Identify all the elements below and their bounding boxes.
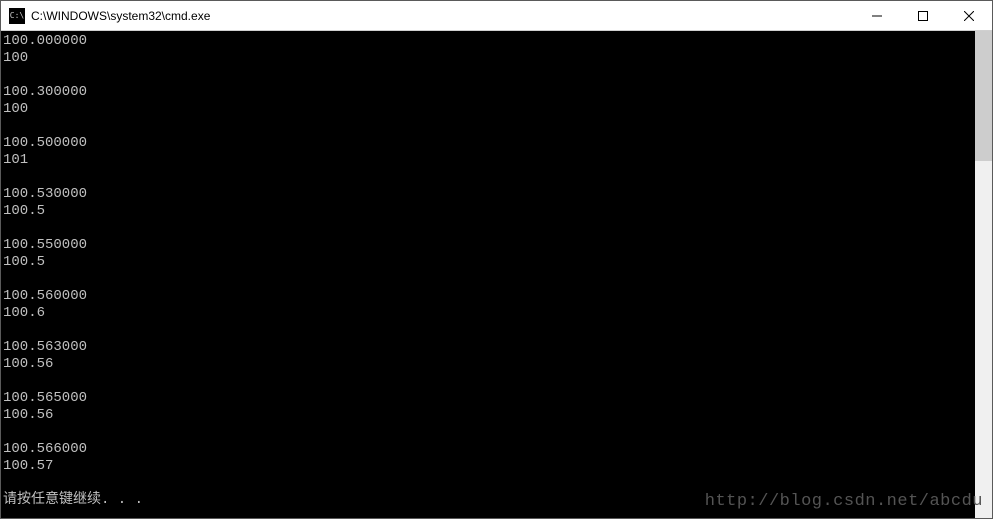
maximize-button[interactable]	[900, 1, 946, 30]
scrollbar[interactable]	[975, 31, 992, 518]
content-area: 100.000000 100 100.300000 100 100.500000…	[1, 31, 992, 518]
titlebar: C:\ C:\WINDOWS\system32\cmd.exe	[1, 1, 992, 31]
close-button[interactable]	[946, 1, 992, 30]
scrollbar-thumb[interactable]	[975, 31, 992, 161]
cmd-icon: C:\	[9, 8, 25, 24]
minimize-icon	[872, 11, 882, 21]
minimize-button[interactable]	[854, 1, 900, 30]
window-controls	[854, 1, 992, 30]
cmd-window: C:\ C:\WINDOWS\system32\cmd.exe 100.0000…	[0, 0, 993, 519]
window-title: C:\WINDOWS\system32\cmd.exe	[31, 9, 854, 23]
maximize-icon	[918, 11, 928, 21]
close-icon	[964, 11, 974, 21]
terminal-output[interactable]: 100.000000 100 100.300000 100 100.500000…	[1, 31, 975, 518]
